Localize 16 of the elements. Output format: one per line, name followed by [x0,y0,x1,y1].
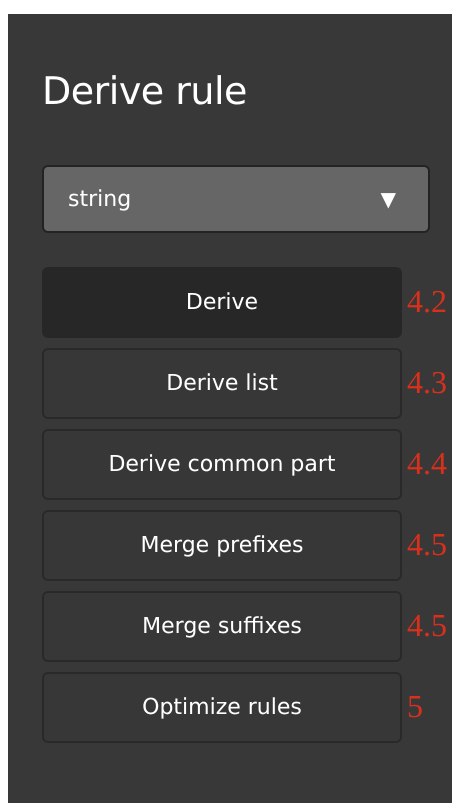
annotation-number: 4.5 [407,606,447,645]
action-button[interactable]: Derive [42,267,402,338]
type-dropdown[interactable]: string ▼ [42,165,430,233]
panel-title: Derive rule [42,68,248,115]
annotation-number: 4.3 [407,363,447,402]
action-button[interactable]: Derive list [42,348,402,419]
annotation-number: 5 [407,687,423,726]
action-button[interactable]: Merge suffixes [42,591,402,662]
caret-icon: ▼ [380,187,396,211]
annotation-number: 4.5 [407,525,447,564]
action-button[interactable]: Derive common part [42,429,402,500]
dropdown-value: string [68,186,132,212]
annotation-number: 4.4 [407,444,447,483]
action-button[interactable]: Merge prefixes [42,510,402,581]
annotation-number: 4.2 [407,282,447,321]
action-button[interactable]: Optimize rules [42,672,402,743]
